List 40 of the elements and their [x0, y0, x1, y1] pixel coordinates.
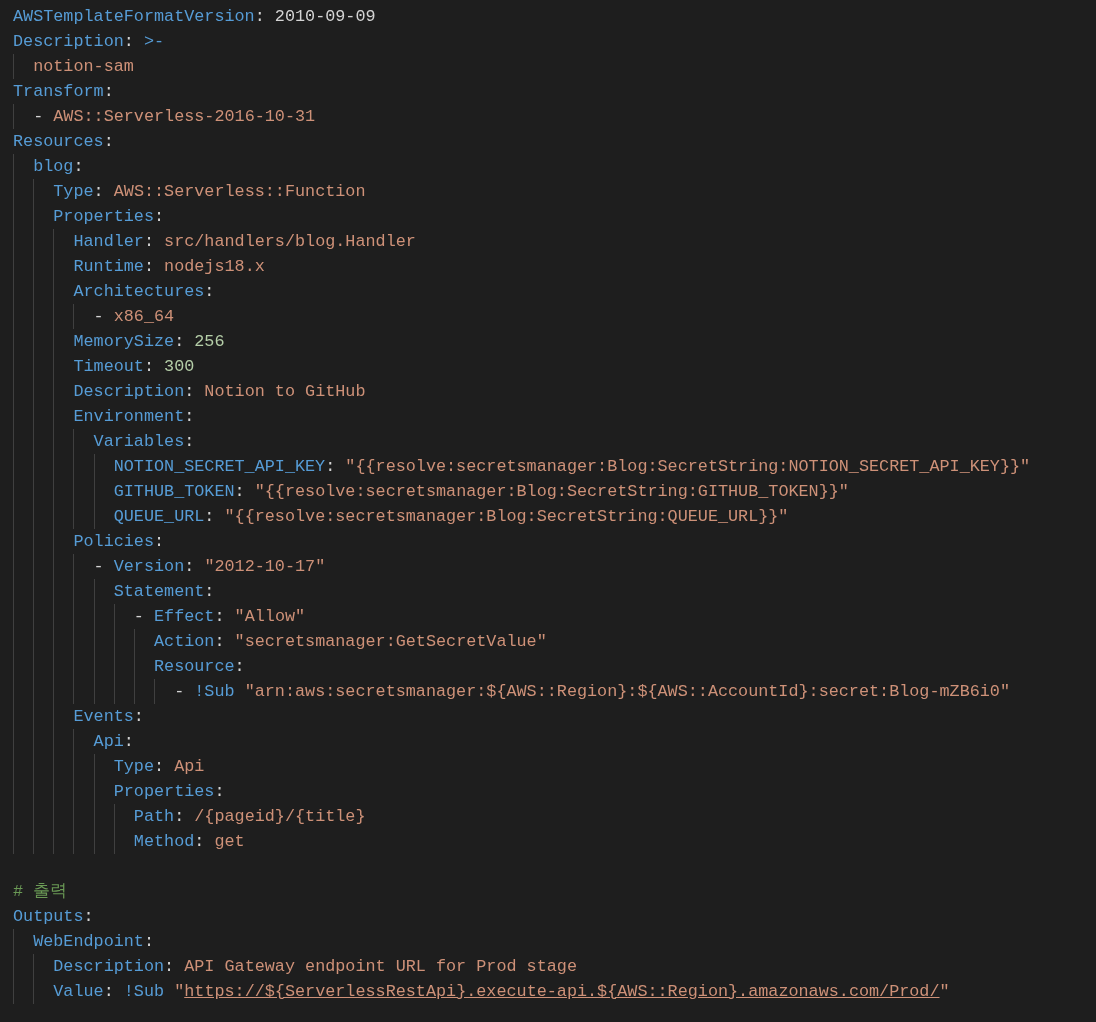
code-line: Path: /{pageid}/{title} — [133, 806, 366, 828]
code-line: Value: !Sub "https://${ServerlessRestApi}.execute-api.${AWS::Region}.amazonaws.com/Prod/" — [53, 981, 950, 1003]
code-line: Type: AWS::Serverless::Function — [53, 181, 366, 203]
code-line: Timeout: 300 — [73, 356, 195, 378]
code-line: Runtime: nodejs18.x — [73, 256, 265, 278]
code-line: Type: Api — [113, 756, 205, 778]
code-line: - !Sub "arn:aws:secretsmanager:${AWS::Region}:${AWS::AccountId}:secret:Blog-mZB6i0" — [174, 681, 1010, 703]
code-line: Environment: — [73, 406, 195, 428]
code-line: Variables: — [93, 431, 195, 453]
code-line: Description: >- — [13, 31, 165, 53]
code-line: Api: — [93, 731, 134, 753]
code-line: NOTION_SECRET_API_KEY: "{{resolve:secretsmanager:Blog:SecretString:NOTION_SECRET_API_KEY}}" — [113, 456, 1031, 478]
code-line: # 출력 — [13, 881, 68, 903]
code-line: Method: get — [133, 831, 245, 853]
code-line: - AWS::Serverless-2016-10-31 — [33, 106, 316, 128]
code-line: - x86_64 — [93, 306, 175, 328]
code-line: QUEUE_URL: "{{resolve:secretsmanager:Blog:SecretString:QUEUE_URL}}" — [113, 506, 789, 528]
code-line: Statement: — [113, 581, 215, 603]
code-line: Properties: — [113, 781, 225, 803]
code-line: - Version: "2012-10-17" — [93, 556, 326, 578]
code-line: Architectures: — [73, 281, 215, 303]
code-line: MemorySize: 256 — [73, 331, 225, 353]
code-line: Resource: — [154, 656, 245, 678]
code-line: Properties: — [53, 206, 165, 228]
code-line: Handler: src/handlers/blog.Handler — [73, 231, 416, 253]
code-line: GITHUB_TOKEN: "{{resolve:secretsmanager:Blog:SecretString:GITHUB_TOKEN}}" — [113, 481, 849, 503]
code-line: notion-sam — [33, 56, 134, 78]
code-line: AWSTemplateFormatVersion: 2010-09-09 — [13, 6, 376, 28]
code-line: Description: Notion to GitHub — [73, 381, 366, 403]
code-line: blog: — [33, 156, 84, 178]
code-line: Description: API Gateway endpoint URL for Prod stage — [53, 956, 577, 978]
code-line: Policies: — [73, 531, 165, 553]
code-line: Events: — [73, 706, 144, 728]
code-line: WebEndpoint: — [33, 931, 154, 953]
code-line: Transform: — [13, 81, 114, 103]
url-link[interactable]: https://${ServerlessRestApi}.execute-api.${AWS::Region}.amazonaws.com/Prod/ — [184, 982, 940, 1001]
code-line: - Effect: "Allow" — [133, 606, 306, 628]
code-line: Resources: — [13, 131, 114, 153]
code-line: Action: "secretsmanager:GetSecretValue" — [154, 631, 547, 653]
code-line: Outputs: — [13, 906, 94, 928]
